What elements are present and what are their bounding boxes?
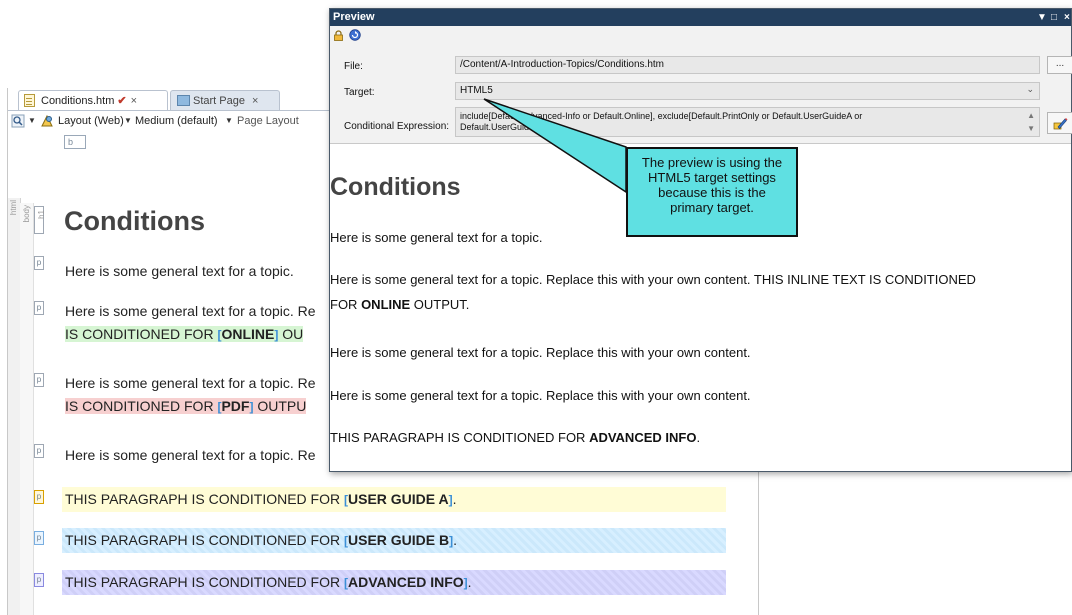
structure-marker-h1[interactable]: h1 [34, 206, 46, 234]
file-field[interactable]: /Content/A-Introduction-Topics/Condition… [455, 56, 1040, 74]
preview-heading: Conditions [330, 173, 461, 201]
paragraph-marker[interactable]: p [34, 373, 44, 387]
text-segment: FOR [330, 297, 362, 312]
callout-line: because this is the [658, 185, 766, 200]
preview-paragraph: Here is some general text for a topic. [330, 230, 543, 245]
pin-dropdown-icon[interactable]: ▼ [1037, 9, 1047, 26]
callout-box: The preview is using the HTML5 target se… [626, 147, 798, 237]
paragraph-marker-user-guide-a[interactable]: p [34, 490, 44, 504]
text-bold-online: ONLINE [361, 297, 411, 312]
text-segment: . [453, 532, 458, 548]
tab-start-page[interactable]: Start Page × [170, 90, 280, 110]
edit-conditions-button[interactable] [1047, 112, 1072, 134]
lock-icon[interactable] [333, 30, 344, 41]
text-segment: IS CONDITIONED FOR [65, 398, 218, 414]
scroll-up-icon[interactable]: ▲ [1027, 110, 1035, 121]
preview-title-bar[interactable]: Preview ▼ □ × [330, 9, 1071, 26]
editor-paragraph-pdf[interactable]: IS CONDITIONED FOR [PDF] OUTPU [65, 398, 307, 414]
text-segment: THIS PARAGRAPH IS CONDITIONED FOR [65, 491, 344, 507]
text-bold-online: ONLINE [221, 326, 275, 342]
refresh-icon[interactable] [349, 29, 361, 41]
editor-heading[interactable]: Conditions [64, 206, 205, 237]
editor-paragraph-advanced-info[interactable]: THIS PARAGRAPH IS CONDITIONED FOR [ADVAN… [65, 574, 472, 590]
tab-conditions[interactable]: Conditions.htm ✔ × [18, 90, 168, 110]
medium-dropdown-icon[interactable]: ▼ [225, 110, 233, 132]
scroll-down-icon[interactable]: ▼ [1027, 123, 1035, 134]
browse-button[interactable]: ... [1047, 56, 1072, 74]
tab-start-page-label: Start Page [193, 95, 245, 107]
editor-paragraph[interactable]: Here is some general text for a topic. R… [65, 375, 316, 391]
pdf-condition-text: IS CONDITIONED FOR [PDF] OUTPU [65, 398, 307, 414]
conditional-expression-label: Conditional Expression: [344, 121, 450, 132]
target-label: Target: [344, 87, 375, 98]
editor-paragraph[interactable]: Here is some general text for a topic. R… [65, 447, 316, 463]
callout-line: primary target. [670, 200, 754, 215]
structure-label-body: body [22, 205, 31, 223]
text-segment: THIS PARAGRAPH IS CONDITIONED FOR [65, 532, 344, 548]
layout-selector[interactable]: Layout (Web) [58, 110, 124, 132]
editor-paragraph-user-guide-b[interactable]: THIS PARAGRAPH IS CONDITIONED FOR [USER … [65, 532, 457, 548]
preview-paragraph: Here is some general text for a topic. R… [330, 345, 751, 360]
callout: The preview is using the HTML5 target se… [626, 147, 798, 237]
text-bold-advanced-info: ADVANCED INFO [589, 430, 697, 445]
page-layout-selector[interactable]: Page Layout [237, 110, 299, 132]
close-icon[interactable]: × [1064, 9, 1070, 26]
text-bold-advanced-info: ADVANCED INFO [348, 574, 464, 590]
tab-close-icon[interactable]: × [252, 95, 258, 107]
text-bold-user-guide-a: USER GUIDE A [348, 491, 449, 507]
preview-paragraph-online: FOR ONLINE OUTPUT. [330, 297, 469, 312]
preview-paragraph: Here is some general text for a topic. R… [330, 272, 976, 287]
zoom-icon[interactable] [11, 114, 25, 128]
zoom-dropdown-icon[interactable]: ▼ [28, 110, 36, 132]
tab-close-icon[interactable]: × [131, 95, 137, 107]
preview-title: Preview [333, 11, 375, 23]
online-condition-text: IS CONDITIONED FOR [ONLINE] OU [65, 326, 304, 342]
text-segment: . [452, 491, 457, 507]
text-segment: IS CONDITIONED FOR [65, 326, 218, 342]
layout-icon [41, 114, 53, 127]
text-segment: THIS PARAGRAPH IS CONDITIONED FOR [65, 574, 344, 590]
preview-window: Preview ▼ □ × File: /Content/A-Introduct… [329, 8, 1072, 472]
paragraph-marker-user-guide-b[interactable]: p [34, 531, 44, 545]
preview-paragraph-advanced-info: THIS PARAGRAPH IS CONDITIONED FOR ADVANC… [330, 430, 700, 445]
pencil-icon [1053, 118, 1068, 130]
structure-label-html: html [9, 200, 18, 216]
structure-label-h1: h1 [37, 210, 46, 219]
text-segment: . [467, 574, 472, 590]
file-label: File: [344, 61, 363, 72]
editor-paragraph-online[interactable]: IS CONDITIONED FOR [ONLINE] OU [65, 326, 304, 342]
modified-check-icon: ✔ [117, 95, 127, 107]
layout-dropdown-icon[interactable]: ▼ [124, 110, 132, 132]
paragraph-marker-advanced-info[interactable]: p [34, 573, 44, 587]
text-segment: OU [278, 326, 304, 342]
paragraph-marker[interactable]: p [34, 444, 44, 458]
tab-conditions-label: Conditions.htm [41, 95, 115, 107]
text-segment: OUTPUT. [410, 297, 470, 312]
chevron-down-icon[interactable]: ⌄ [1026, 84, 1034, 95]
document-icon [24, 94, 35, 107]
preview-settings-panel: File: /Content/A-Introduction-Topics/Con… [330, 26, 1072, 144]
paragraph-marker[interactable]: p [34, 301, 44, 315]
text-segment: OUTPU [253, 398, 307, 414]
callout-line: HTML5 target settings [648, 170, 776, 185]
tag-bar-b[interactable]: b [64, 135, 86, 149]
editor-paragraph[interactable]: Here is some general text for a topic. R… [65, 303, 316, 319]
text-segment: . [696, 430, 701, 445]
medium-selector[interactable]: Medium (default) [135, 110, 218, 132]
preview-paragraph: Here is some general text for a topic. R… [330, 388, 751, 403]
text-bold-user-guide-b: USER GUIDE B [348, 532, 450, 548]
text-segment: THIS PARAGRAPH IS CONDITIONED FOR [330, 430, 590, 445]
structure-bar-body[interactable]: body [20, 203, 34, 615]
paragraph-marker[interactable]: p [34, 256, 44, 270]
editor-paragraph[interactable]: Here is some general text for a topic. [65, 263, 294, 279]
editor-paragraph-user-guide-a[interactable]: THIS PARAGRAPH IS CONDITIONED FOR [USER … [65, 491, 457, 507]
start-page-icon [177, 95, 190, 106]
callout-line: The preview is using the [641, 155, 783, 170]
text-bold-pdf: PDF [221, 398, 250, 414]
maximize-icon[interactable]: □ [1051, 9, 1057, 26]
